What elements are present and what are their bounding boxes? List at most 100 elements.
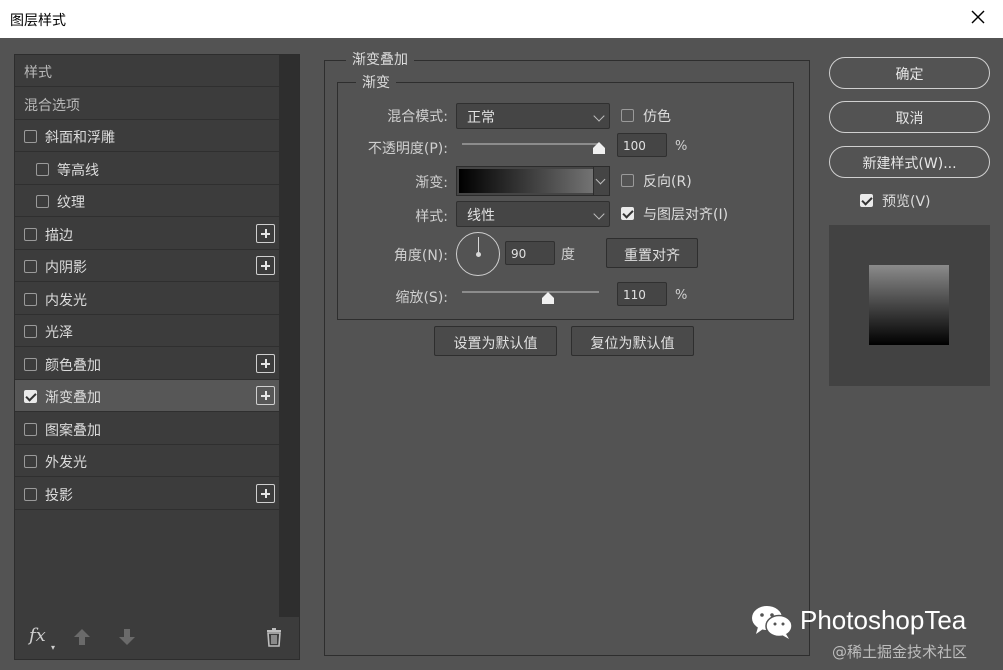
style-checkbox[interactable]	[24, 293, 37, 306]
style-list: 样式混合选项斜面和浮雕等高线纹理描边内阴影内发光光泽颜色叠加渐变叠加图案叠加 外发…	[15, 55, 279, 611]
dither-checkbox[interactable]	[621, 109, 634, 122]
add-effect-icon[interactable]	[256, 224, 275, 243]
angle-dial[interactable]	[456, 232, 500, 276]
opacity-input[interactable]: 100	[617, 133, 667, 157]
style-list-item[interactable]: 内发光	[15, 283, 279, 315]
style-list-item[interactable]: 渐变叠加	[15, 380, 279, 412]
trash-icon[interactable]	[264, 627, 284, 647]
style-checkbox[interactable]	[24, 260, 37, 273]
fx-button[interactable]: fx	[29, 625, 46, 646]
style-checkbox[interactable]	[24, 130, 37, 143]
blend-mode-select[interactable]: 正常	[456, 103, 610, 129]
style-list-item[interactable]: 等高线	[15, 153, 279, 185]
style-list-item-label: 描边	[45, 228, 73, 244]
scale-label: 缩放(S):	[395, 290, 448, 306]
style-list-item-label: 纹理	[57, 195, 85, 211]
style-list-item-label: 渐变叠加	[45, 390, 101, 406]
title-bar: 图层样式	[0, 0, 1003, 38]
style-checkbox[interactable]	[24, 325, 37, 338]
blend-mode-value: 正常	[467, 110, 495, 126]
scale-unit: %	[675, 288, 688, 303]
group-title: 渐变	[356, 72, 396, 92]
style-checkbox[interactable]	[24, 488, 37, 501]
angle-input[interactable]: 90	[505, 241, 555, 265]
reset-alignment-button[interactable]: 重置对齐	[606, 238, 698, 268]
reset-to-default-button[interactable]: 复位为默认值	[571, 326, 694, 356]
gradient-style-value: 线性	[467, 208, 495, 224]
wechat-icon	[752, 606, 793, 639]
fx-caret-icon: ▾	[51, 643, 56, 652]
style-list-panel: 样式混合选项斜面和浮雕等高线纹理描边内阴影内发光光泽颜色叠加渐变叠加图案叠加 外发…	[14, 54, 300, 660]
reverse-checkbox[interactable]	[621, 174, 634, 187]
blend-mode-label: 混合模式:	[387, 109, 448, 125]
style-checkbox[interactable]	[24, 228, 37, 241]
move-down-icon[interactable]	[117, 627, 137, 647]
style-checkbox[interactable]	[36, 195, 49, 208]
style-list-item-label: 光泽	[45, 325, 73, 341]
style-list-item-label: 斜面和浮雕	[45, 130, 115, 146]
make-default-button[interactable]: 设置为默认值	[434, 326, 557, 356]
opacity-slider[interactable]	[462, 143, 599, 145]
style-list-item[interactable]: 图案叠加	[15, 413, 279, 445]
style-list-item[interactable]: 纹理	[15, 185, 279, 217]
style-label: 样式:	[415, 209, 448, 225]
scale-input[interactable]: 110	[617, 282, 667, 306]
style-list-toolbar: fx ▾	[15, 617, 299, 659]
add-effect-icon[interactable]	[256, 354, 275, 373]
style-list-item-label: 等高线	[57, 163, 99, 179]
gradient-label: 渐变:	[415, 175, 448, 191]
angle-dial-center	[476, 252, 481, 257]
style-checkbox[interactable]	[24, 423, 37, 436]
style-list-item[interactable]: 颜色叠加	[15, 348, 279, 380]
move-up-icon[interactable]	[72, 627, 92, 647]
style-list-item-label: 投影	[45, 488, 73, 504]
dither-label: 仿色	[643, 109, 671, 125]
add-effect-icon[interactable]	[256, 256, 275, 275]
style-list-item[interactable]: 投影	[15, 478, 279, 510]
scale-slider[interactable]	[462, 291, 599, 293]
style-list-item[interactable]: 混合选项	[15, 88, 279, 120]
gradient-preview[interactable]	[459, 169, 593, 193]
add-effect-icon[interactable]	[256, 484, 275, 503]
chevron-down-icon[interactable]	[595, 174, 606, 185]
style-list-item-label: 样式	[24, 65, 52, 81]
style-checkbox[interactable]	[24, 455, 37, 468]
section-title: 渐变叠加	[346, 49, 414, 69]
ok-button[interactable]: 确定	[829, 57, 990, 89]
add-effect-icon[interactable]	[256, 386, 275, 405]
style-list-item-label: 混合选项	[24, 98, 80, 114]
close-icon[interactable]	[967, 6, 989, 28]
angle-unit: 度	[561, 247, 575, 263]
style-list-item[interactable]: 内阴影	[15, 250, 279, 282]
watermark: PhotoshopTea @稀土掘金技术社区	[748, 600, 1003, 670]
style-list-item-label: 颜色叠加	[45, 358, 101, 374]
style-preview-swatch	[869, 265, 949, 345]
scale-slider-thumb[interactable]	[542, 292, 554, 304]
new-style-button[interactable]: 新建样式(W)...	[829, 146, 990, 178]
style-list-item[interactable]: 描边	[15, 218, 279, 250]
style-list-item[interactable]: 样式	[15, 55, 279, 87]
style-checkbox[interactable]	[24, 358, 37, 371]
style-checkbox[interactable]	[24, 390, 37, 403]
opacity-slider-thumb[interactable]	[593, 142, 605, 154]
style-list-item-label: 内发光	[45, 293, 87, 309]
preview-checkbox[interactable]	[860, 194, 873, 207]
opacity-unit: %	[675, 139, 688, 154]
scrollbar[interactable]	[279, 55, 299, 617]
align-with-layer-label: 与图层对齐(I)	[643, 207, 729, 223]
style-checkbox[interactable]	[36, 163, 49, 176]
chevron-down-icon	[593, 110, 605, 122]
gradient-picker[interactable]	[456, 166, 610, 196]
chevron-down-icon	[593, 208, 605, 220]
style-list-item[interactable]: 斜面和浮雕	[15, 120, 279, 152]
reverse-label: 反向(R)	[643, 174, 692, 190]
watermark-brand: PhotoshopTea	[800, 605, 967, 635]
style-list-item[interactable]: 外发光	[15, 445, 279, 477]
gradient-style-select[interactable]: 线性	[456, 201, 610, 227]
cancel-button[interactable]: 取消	[829, 101, 990, 133]
align-with-layer-checkbox[interactable]	[621, 207, 634, 220]
watermark-subtitle: @稀土掘金技术社区	[832, 643, 968, 661]
style-list-item[interactable]: 光泽	[15, 315, 279, 347]
window-title: 图层样式	[10, 13, 66, 29]
opacity-label: 不透明度(P):	[367, 141, 448, 157]
